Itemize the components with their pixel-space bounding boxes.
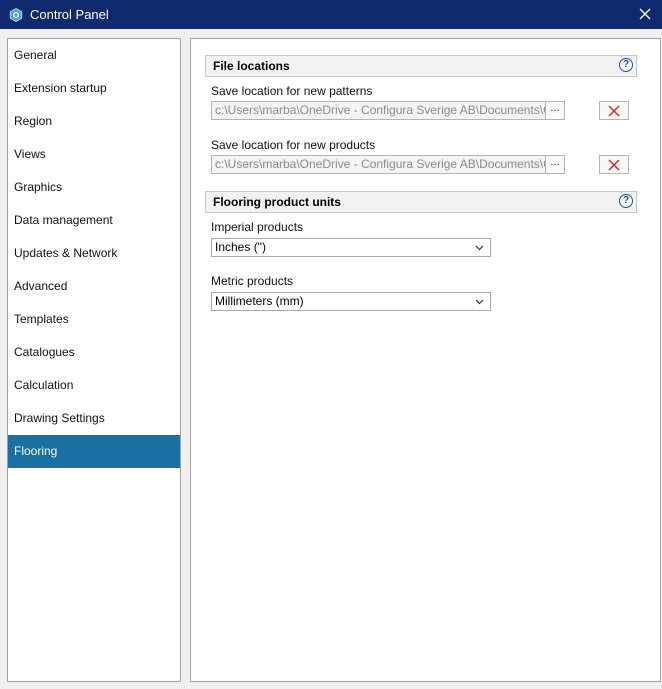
imperial-products-value: Inches ("): [215, 240, 266, 254]
chevron-down-icon: [475, 245, 484, 251]
sidebar-item-flooring[interactable]: Flooring: [8, 435, 180, 468]
products-location-field[interactable]: c:\Users\marba\OneDrive - Configura Sver…: [211, 155, 565, 174]
patterns-location-field[interactable]: c:\Users\marba\OneDrive - Configura Sver…: [211, 101, 565, 120]
products-browse-button[interactable]: ...: [545, 156, 564, 173]
products-location-label: Save location for new products: [211, 138, 376, 152]
imperial-products-label: Imperial products: [211, 220, 304, 234]
sidebar-item-drawing-settings[interactable]: Drawing Settings: [8, 402, 180, 435]
sidebar-item-general[interactable]: General: [8, 39, 180, 72]
help-icon[interactable]: ?: [619, 194, 633, 208]
sidebar-item-templates[interactable]: Templates: [8, 303, 180, 336]
help-icon[interactable]: ?: [619, 58, 633, 72]
sidebar-item-advanced[interactable]: Advanced: [8, 270, 180, 303]
patterns-clear-button[interactable]: [599, 101, 629, 120]
close-icon[interactable]: [634, 3, 656, 25]
patterns-location-label: Save location for new patterns: [211, 84, 373, 98]
products-clear-button[interactable]: [599, 155, 629, 174]
metric-products-label: Metric products: [211, 274, 294, 288]
file-locations-header: File locations ?: [205, 55, 637, 77]
app-icon: [9, 7, 23, 22]
sidebar-item-graphics[interactable]: Graphics: [8, 171, 180, 204]
products-location-value: c:\Users\marba\OneDrive - Configura Sver…: [215, 157, 565, 171]
file-locations-title: File locations: [213, 59, 290, 73]
metric-products-select[interactable]: Millimeters (mm): [211, 292, 491, 311]
patterns-location-value: c:\Users\marba\OneDrive - Configura Sver…: [215, 103, 565, 117]
sidebar-item-extension-startup[interactable]: Extension startup: [8, 72, 180, 105]
window-title: Control Panel: [30, 7, 109, 22]
sidebar-item-updates-network[interactable]: Updates & Network: [8, 237, 180, 270]
chevron-down-icon: [475, 299, 484, 305]
product-units-title: Flooring product units: [213, 195, 341, 209]
flooring-settings-panel: File locations ? Save location for new p…: [190, 38, 661, 682]
imperial-products-select[interactable]: Inches ("): [211, 238, 491, 257]
sidebar-item-region[interactable]: Region: [8, 105, 180, 138]
sidebar-item-data-management[interactable]: Data management: [8, 204, 180, 237]
clear-x-icon: [608, 104, 620, 117]
title-bar: Control Panel: [0, 0, 662, 29]
settings-category-list: General Extension startup Region Views G…: [7, 38, 181, 682]
metric-products-value: Millimeters (mm): [215, 294, 304, 308]
clear-x-icon: [608, 158, 620, 171]
patterns-browse-button[interactable]: ...: [545, 102, 564, 119]
product-units-header: Flooring product units ?: [205, 191, 637, 213]
sidebar-item-catalogues[interactable]: Catalogues: [8, 336, 180, 369]
sidebar-item-views[interactable]: Views: [8, 138, 180, 171]
sidebar-item-calculation[interactable]: Calculation: [8, 369, 180, 402]
